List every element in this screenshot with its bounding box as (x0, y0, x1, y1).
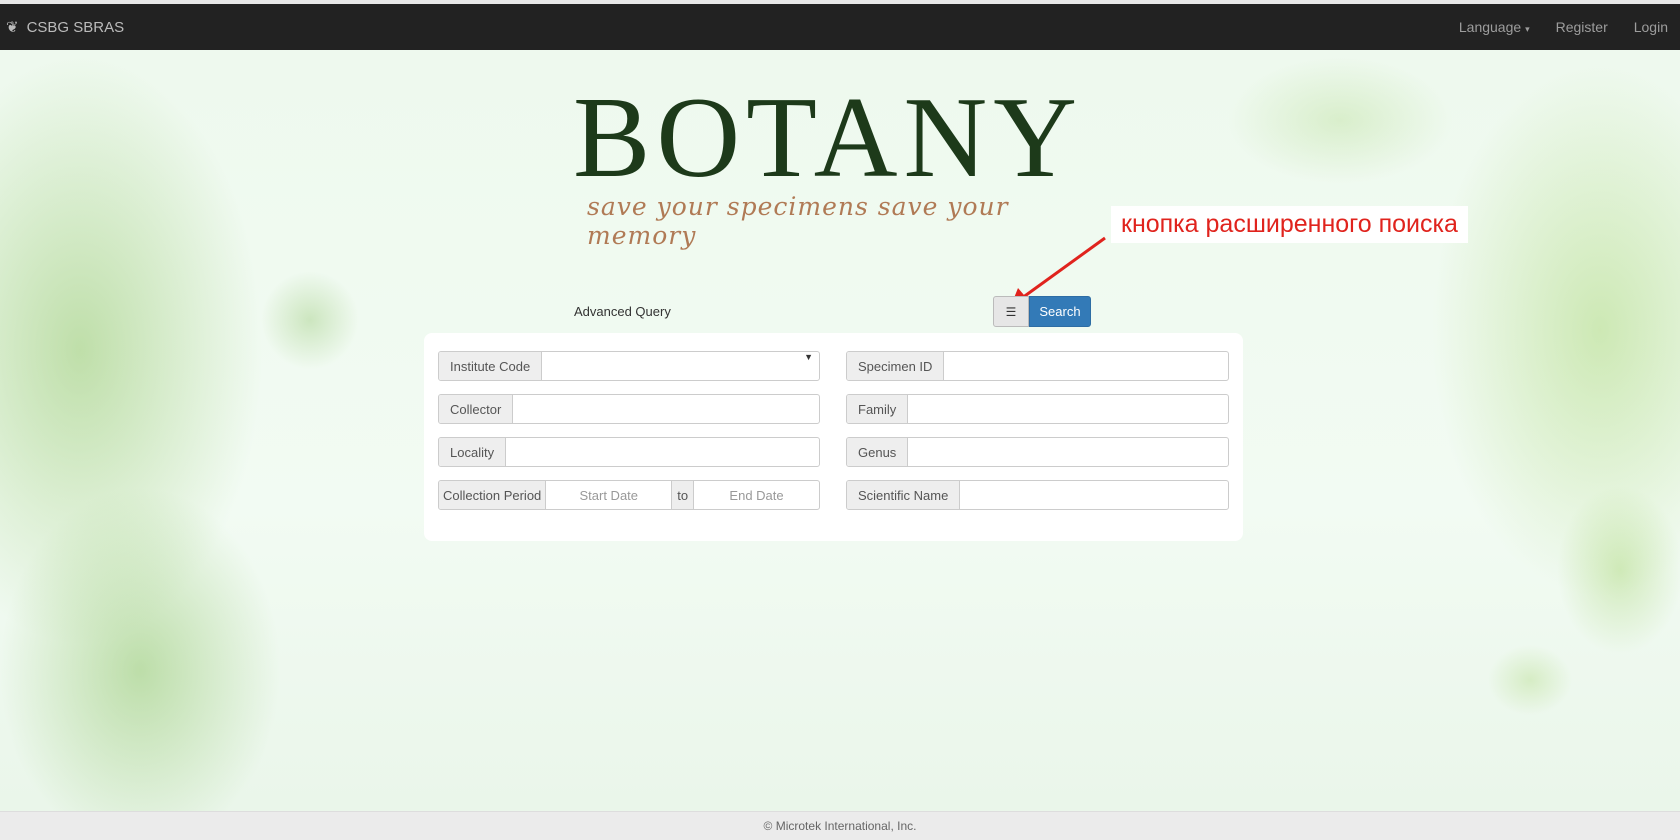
register-link[interactable]: Register (1556, 19, 1608, 35)
annotation-label: кнопка расширенного поиска (1111, 206, 1468, 243)
login-link[interactable]: Login (1634, 19, 1668, 35)
institute-code-select[interactable]: Institute Code ▼ (438, 351, 820, 381)
collector-label: Collector (439, 395, 514, 423)
advanced-query-label: Advanced Query (574, 304, 671, 319)
end-date-input[interactable]: End Date (694, 481, 819, 509)
to-label: to (671, 481, 695, 509)
collector-group: Collector (438, 394, 820, 424)
genus-label: Genus (847, 438, 909, 466)
collection-period-label: Collection Period (439, 481, 547, 509)
brand-link[interactable]: ❦ CSBG SBRAS (6, 18, 125, 37)
locality-label: Locality (439, 438, 507, 466)
specimen-id-label: Specimen ID (847, 352, 945, 380)
footer: © Microtek International, Inc. (0, 811, 1680, 840)
locality-input[interactable] (506, 438, 819, 466)
advanced-search-toggle[interactable]: ☰ (993, 296, 1029, 327)
scientific-name-group: Scientific Name (846, 480, 1229, 510)
caret-down-icon: ▾ (1525, 24, 1530, 34)
institute-code-label: Institute Code (439, 352, 543, 380)
logo-title: BOTANY (573, 74, 1084, 202)
genus-input[interactable] (908, 438, 1228, 466)
genus-group: Genus (846, 437, 1229, 467)
language-dropdown[interactable]: Language ▾ (1459, 19, 1530, 35)
language-label: Language (1458, 19, 1522, 35)
botany-logo: BOTANY save your specimens save your mem… (573, 74, 1084, 250)
specimen-id-group: Specimen ID (846, 351, 1229, 381)
scientific-name-input[interactable] (960, 481, 1228, 509)
search-button[interactable]: Search (1029, 296, 1091, 327)
navbar: ❦ CSBG SBRAS Language ▾ Register Login (0, 4, 1680, 50)
specimen-id-input[interactable] (944, 352, 1228, 380)
brand-name: CSBG SBRAS (26, 18, 125, 36)
locality-group: Locality (438, 437, 820, 467)
family-label: Family (847, 395, 909, 423)
scientific-name-label: Scientific Name (847, 481, 961, 509)
list-icon: ☰ (1005, 304, 1017, 319)
collector-input[interactable] (513, 395, 819, 423)
family-input[interactable] (908, 395, 1228, 423)
start-date-input[interactable]: Start Date (546, 481, 671, 509)
family-group: Family (846, 394, 1229, 424)
collection-period-group: Collection Period Start Date to End Date (438, 480, 820, 510)
logo-tagline: save your specimens save your memory (587, 192, 1009, 250)
leaf-icon: ❦ (6, 19, 19, 36)
search-button-group: ☰ Search (993, 296, 1091, 327)
caret-down-icon: ▼ (804, 352, 813, 362)
